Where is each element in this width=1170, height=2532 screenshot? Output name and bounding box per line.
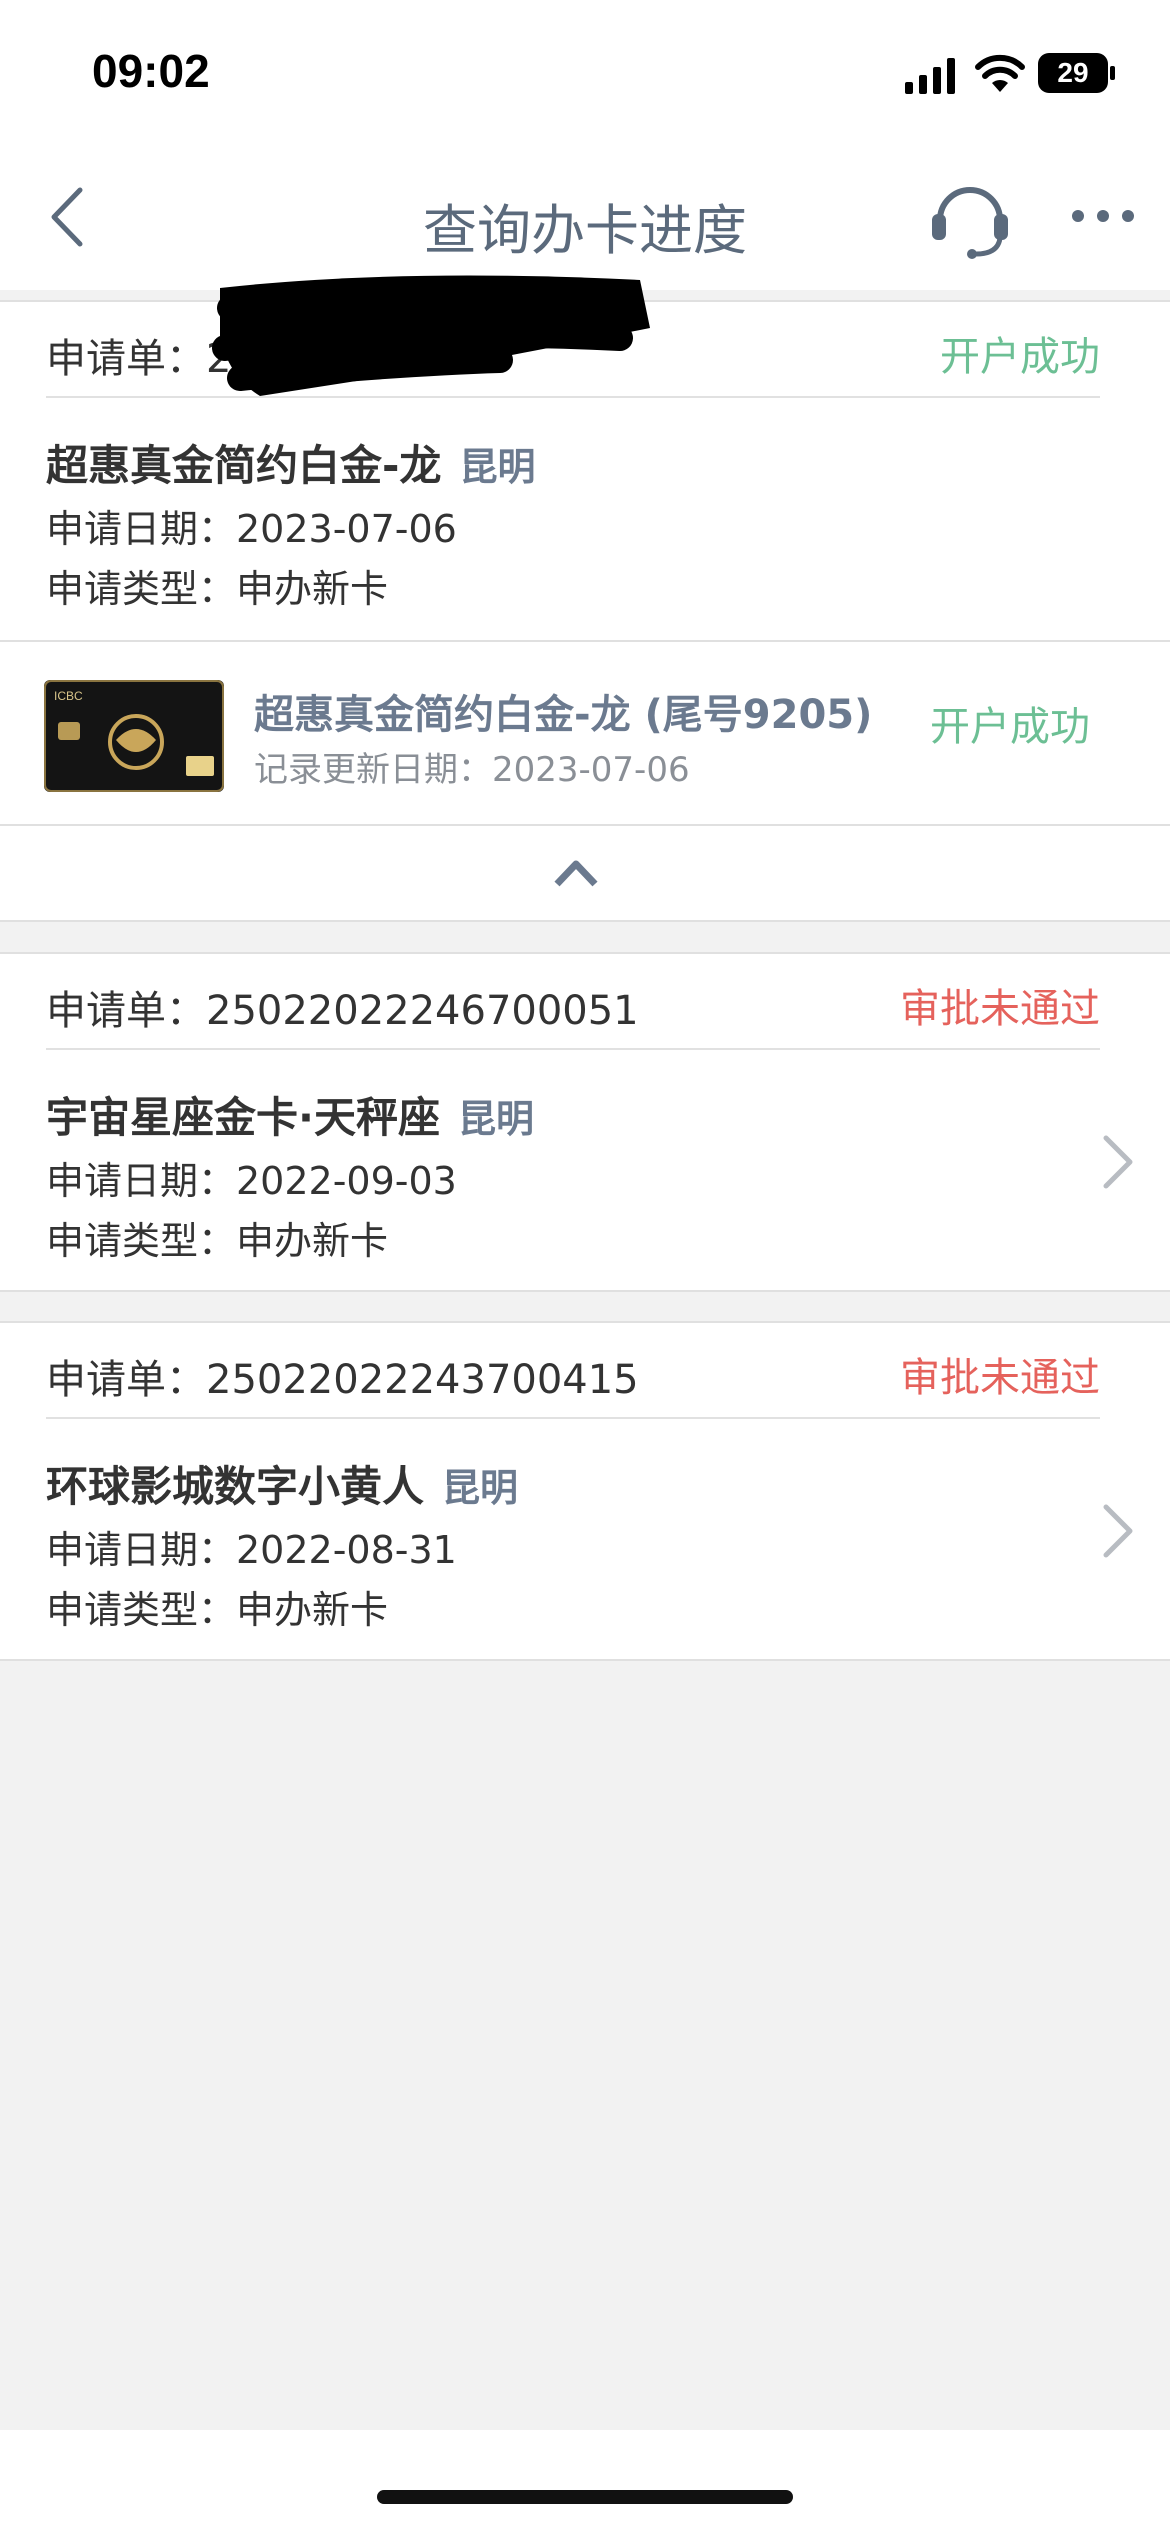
customer-service-icon[interactable] bbox=[928, 174, 1012, 260]
application-card[interactable]: 申请单：2502202224670​0051 审批未通过 宇宙星座金卡·天秤座昆… bbox=[0, 952, 1170, 1292]
card-product-name: 超惠真金简约白金-龙 (尾号9205) bbox=[254, 692, 873, 738]
card-thumbnail-brand: ICBC bbox=[54, 689, 83, 703]
card-product-line: 环球影城数字小黄人 昆明 bbox=[46, 1453, 518, 1514]
status-time: 09:02 bbox=[92, 45, 210, 97]
card-product-line: 超惠真金简约白金-龙 昆明 bbox=[46, 432, 535, 493]
card-detail-row[interactable]: ICBC 超惠真金简约白金-龙 (尾号9205) 记录更新日期：2023-07-… bbox=[0, 642, 1170, 826]
wifi-icon bbox=[975, 54, 1025, 92]
city-label: 昆明 bbox=[459, 445, 536, 489]
application-date: 申请日期：2023-07-06 bbox=[46, 507, 457, 551]
status-badge: 审批未通过 bbox=[900, 1355, 1100, 1401]
city-label: 昆明 bbox=[442, 1466, 519, 1510]
request-number: 申请单：2502202224670​0051 bbox=[46, 988, 639, 1034]
card-header: 申请单：2502202224670​0051 审批未通过 bbox=[46, 954, 1100, 1050]
card-name: 宇宙星座金卡·天秤座 bbox=[46, 1093, 440, 1142]
more-icon[interactable] bbox=[1070, 206, 1136, 226]
card-thumbnail: ICBC bbox=[44, 680, 224, 792]
application-type: 申请类型：申办新卡 bbox=[46, 1588, 389, 1632]
application-date: 申请日期：2022-08-31 bbox=[46, 1528, 457, 1572]
redaction-mark bbox=[212, 275, 650, 396]
battery-level: 29 bbox=[1057, 57, 1089, 88]
status-badge: 审批未通过 bbox=[900, 986, 1100, 1032]
chevron-right-icon[interactable] bbox=[1100, 1132, 1136, 1192]
cellular-signal-icon bbox=[905, 58, 955, 94]
chevron-right-icon[interactable] bbox=[1100, 1501, 1136, 1561]
chevron-up-icon bbox=[554, 860, 598, 887]
city-label: 昆明 bbox=[457, 1097, 534, 1141]
card-status: 开户成功 bbox=[930, 704, 1090, 750]
card-product-line: 宇宙星座金卡·天秤座 昆明 bbox=[46, 1084, 534, 1145]
status-bar: 09:02 29 bbox=[0, 0, 1170, 150]
application-date: 申请日期：2022-09-03 bbox=[46, 1159, 457, 1203]
status-badge: 开户成功 bbox=[940, 334, 1100, 380]
application-card[interactable]: 申请单：2502202224370​0415 审批未通过 环球影城数字小黄人 昆明… bbox=[0, 1321, 1170, 1661]
bottom-safe-area bbox=[0, 2430, 1170, 2532]
record-updated-date: 记录更新日期：2023-07-06 bbox=[254, 750, 690, 790]
request-number: 申请单：2502202224370​0415 bbox=[46, 1357, 639, 1403]
home-indicator[interactable] bbox=[377, 2490, 793, 2504]
card-name: 环球影城数字小黄人 bbox=[46, 1462, 425, 1511]
application-type: 申请类型：申办新卡 bbox=[46, 567, 389, 611]
card-name: 超惠真金简约白金-龙 bbox=[46, 441, 442, 490]
application-type: 申请类型：申办新卡 bbox=[46, 1219, 389, 1263]
collapse-toggle[interactable] bbox=[0, 826, 1170, 922]
card-header: 申请单：2502202224370​0415 审批未通过 bbox=[46, 1323, 1100, 1419]
